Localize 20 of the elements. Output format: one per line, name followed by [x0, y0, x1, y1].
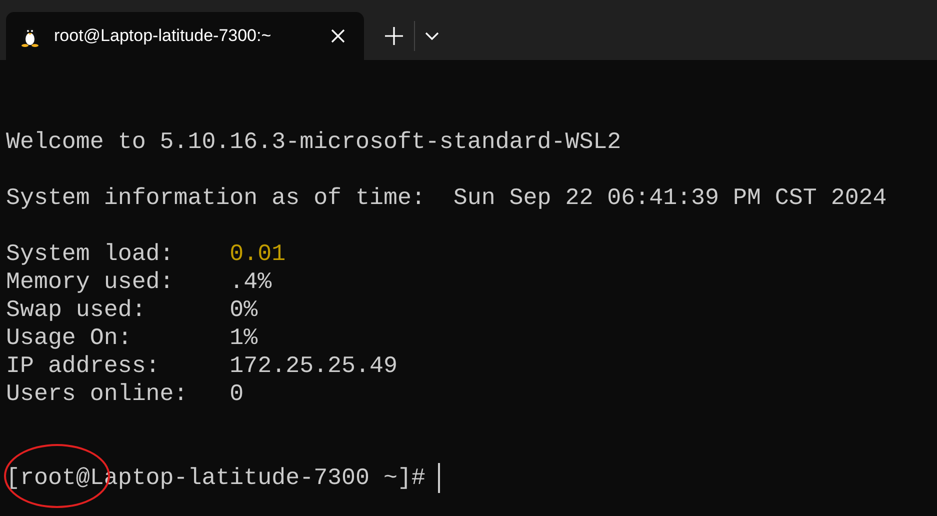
stat-label: Usage On:	[6, 324, 133, 352]
stat-label: Swap used:	[6, 296, 147, 324]
stat-label: Memory used:	[6, 268, 175, 296]
stat-value: .4%	[230, 268, 272, 296]
tab-title: root@Laptop-latitude-7300:~	[54, 26, 272, 46]
stat-value: 0%	[230, 296, 258, 324]
terminal-tab[interactable]: root@Laptop-latitude-7300:~	[6, 12, 364, 60]
terminal-line: System information as of time: Sun Sep 22 06:41:39 PM CST 2024	[6, 184, 887, 212]
text-cursor	[438, 463, 440, 493]
close-icon	[330, 28, 346, 44]
stat-value: 0	[230, 380, 244, 408]
stat-label: Users online:	[6, 380, 189, 408]
chevron-down-icon	[425, 31, 439, 41]
stat-value: 1%	[230, 324, 258, 352]
terminal-line: Welcome to 5.10.16.3-microsoft-standard-WSL2	[6, 128, 622, 156]
stat-label: IP address:	[6, 352, 161, 380]
stat-label: System load:	[6, 240, 175, 268]
stat-value: 172.25.25.49	[230, 352, 398, 380]
plus-icon	[384, 26, 404, 46]
stat-value: 0.01	[230, 240, 286, 268]
